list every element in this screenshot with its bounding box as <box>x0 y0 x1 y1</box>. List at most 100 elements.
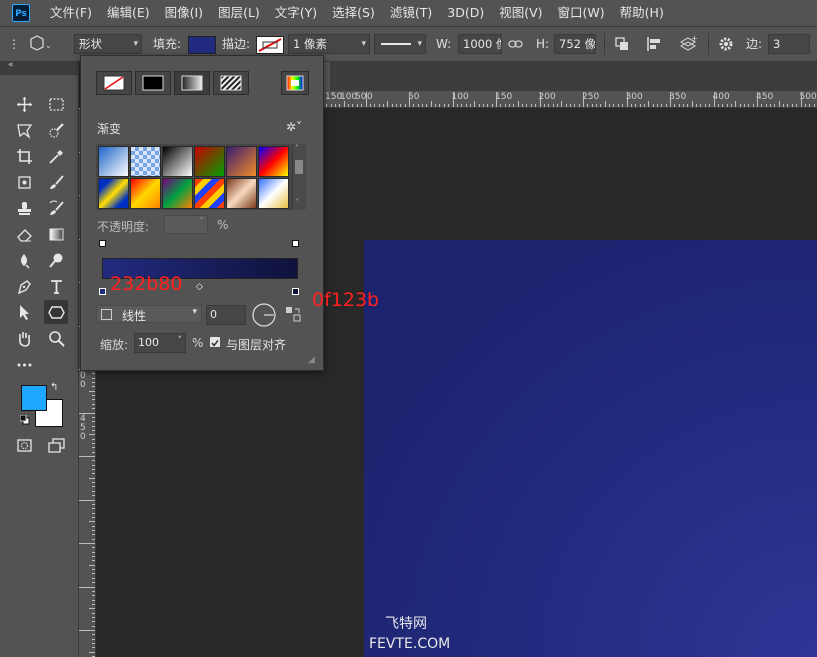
mode-select[interactable]: 形状 ▾ <box>74 34 142 54</box>
height-input[interactable]: 752 像 <box>554 34 596 54</box>
path-arrangement-icon[interactable]: + <box>678 27 698 61</box>
solid-color-button[interactable] <box>135 71 171 95</box>
path-alignment-icon[interactable] <box>646 27 662 61</box>
gradient-preset-swatch[interactable] <box>162 146 193 177</box>
gradient-preset-swatch[interactable] <box>98 178 129 209</box>
width-input[interactable]: 1000 像 <box>458 34 502 54</box>
fill-color-swatch[interactable] <box>188 36 216 54</box>
eyedropper-tool-icon[interactable] <box>44 144 68 168</box>
gradient-preset-swatch[interactable] <box>194 146 225 177</box>
frame-tool-icon[interactable] <box>12 170 36 194</box>
lasso-tool-icon[interactable] <box>12 118 36 142</box>
gradient-preset-swatch[interactable] <box>194 178 225 209</box>
history-brush-tool-icon[interactable] <box>44 196 68 220</box>
stroke-type-select[interactable]: ▾ <box>374 34 426 54</box>
move-tool-icon[interactable] <box>12 92 36 116</box>
blur-tool-icon[interactable] <box>12 248 36 272</box>
screen-mode-icon[interactable] <box>44 433 68 457</box>
scale-input[interactable]: 100 ˅ <box>134 333 186 353</box>
foreground-color-swatch[interactable] <box>21 385 47 411</box>
pattern-button[interactable] <box>213 71 249 95</box>
menu-item-9[interactable]: 窗口(W) <box>558 0 612 26</box>
path-selection-tool-icon[interactable] <box>12 300 36 324</box>
gradient-preset-swatch[interactable] <box>226 146 257 177</box>
hand-tool-icon[interactable] <box>12 326 36 350</box>
color-picker-button[interactable] <box>281 71 309 95</box>
ruler-tick <box>456 104 458 107</box>
scale-value: 100 <box>138 336 159 349</box>
menu-item-7[interactable]: 3D(D) <box>447 0 491 26</box>
ruler-tick <box>652 104 654 107</box>
ruler-tick <box>92 482 95 484</box>
pen-tool-icon[interactable] <box>12 274 36 298</box>
collapse-icon[interactable]: « <box>8 60 14 70</box>
menu-item-4[interactable]: 文字(Y) <box>275 0 324 26</box>
clone-stamp-tool-icon[interactable] <box>12 196 36 220</box>
opacity-stop-right[interactable] <box>292 240 299 247</box>
document-canvas[interactable] <box>364 240 817 657</box>
quick-mask-icon[interactable] <box>12 433 36 457</box>
horizontal-ruler[interactable]: 150 100 50 0 50 100 150 200 250 300 350 400 450 500 <box>322 91 817 108</box>
swap-colors-icon[interactable]: ↰ <box>50 382 58 393</box>
angle-input[interactable]: 0 <box>206 305 246 325</box>
type-tool-icon[interactable] <box>44 274 68 298</box>
ruler-label: 0 <box>367 92 373 102</box>
menu-item-5[interactable]: 选择(S) <box>332 0 382 26</box>
zoom-tool-icon[interactable] <box>44 326 68 350</box>
gradient-button[interactable] <box>174 71 210 95</box>
stroke-color-swatch[interactable] <box>256 36 284 54</box>
quick-selection-tool-icon[interactable] <box>44 118 68 142</box>
resize-grip-icon[interactable]: ◢ <box>308 355 315 365</box>
ruler-tick <box>92 421 95 423</box>
menu-item-1[interactable]: 编辑(E) <box>107 0 157 26</box>
gradient-preset-swatch[interactable] <box>130 178 161 209</box>
gradient-preset-swatch[interactable] <box>258 146 289 177</box>
color-stop-right[interactable] <box>292 288 299 295</box>
gradient-type-select[interactable]: 线性 ▾ <box>96 305 202 323</box>
crop-tool-icon[interactable] <box>12 144 36 168</box>
polygon-tool-preset-icon[interactable]: ⌄ <box>24 27 52 61</box>
gradient-preset-swatch[interactable] <box>130 146 161 177</box>
brush-tool-icon[interactable] <box>44 170 68 194</box>
gradient-preset-swatch[interactable] <box>162 178 193 209</box>
gradient-type-value: 线性 <box>122 309 147 323</box>
dodge-tool-icon[interactable] <box>44 248 68 272</box>
opacity-stop-left[interactable] <box>99 240 106 247</box>
gradient-tool-icon[interactable] <box>44 222 68 246</box>
menu-item-3[interactable]: 图层(L) <box>218 0 267 26</box>
swatch-scrollbar[interactable]: ˄ ˅ <box>292 144 306 210</box>
scroll-up-icon[interactable]: ˄ <box>295 144 299 153</box>
menu-item-0[interactable]: 文件(F) <box>50 0 99 26</box>
gradient-preset-swatch[interactable] <box>258 178 289 209</box>
gradient-settings-gear-icon[interactable]: ✲˅ <box>286 120 302 134</box>
color-stop-left[interactable] <box>99 288 106 295</box>
menu-item-2[interactable]: 图像(I) <box>165 0 210 26</box>
menu-item-6[interactable]: 滤镜(T) <box>390 0 439 26</box>
gradient-preset-swatch[interactable] <box>98 146 129 177</box>
scroll-down-icon[interactable]: ˅ <box>295 198 299 207</box>
sides-input[interactable]: 3 <box>768 34 810 54</box>
ruler-tick <box>709 104 711 107</box>
align-with-layer-checkbox[interactable] <box>210 337 220 347</box>
no-fill-button[interactable] <box>96 71 132 95</box>
default-colors-icon[interactable] <box>19 414 30 425</box>
gear-icon[interactable] <box>718 27 734 61</box>
reverse-checkbox[interactable] <box>101 309 112 320</box>
scrollbar-thumb[interactable] <box>295 160 303 174</box>
path-operations-icon[interactable] <box>614 27 630 61</box>
polygon-tool-icon[interactable] <box>44 300 68 324</box>
angle-dial-icon[interactable] <box>251 302 277 331</box>
stroke-width-input[interactable]: 1 像素 ▾ <box>288 34 370 54</box>
midpoint-diamond-icon[interactable]: ◇ <box>196 282 203 292</box>
opacity-input[interactable]: ˅ <box>164 215 208 234</box>
toolbox-collapse-bar[interactable]: « <box>0 60 78 75</box>
gradient-preset-swatch[interactable] <box>226 178 257 209</box>
reset-alignment-icon[interactable] <box>285 306 301 325</box>
menu-item-10[interactable]: 帮助(H) <box>620 0 671 26</box>
link-icon[interactable] <box>508 27 524 61</box>
menu-item-8[interactable]: 视图(V) <box>499 0 549 26</box>
ruler-tick <box>761 104 763 107</box>
eraser-tool-icon[interactable] <box>12 222 36 246</box>
more-tools-icon[interactable] <box>12 352 36 376</box>
marquee-tool-icon[interactable] <box>44 92 68 116</box>
